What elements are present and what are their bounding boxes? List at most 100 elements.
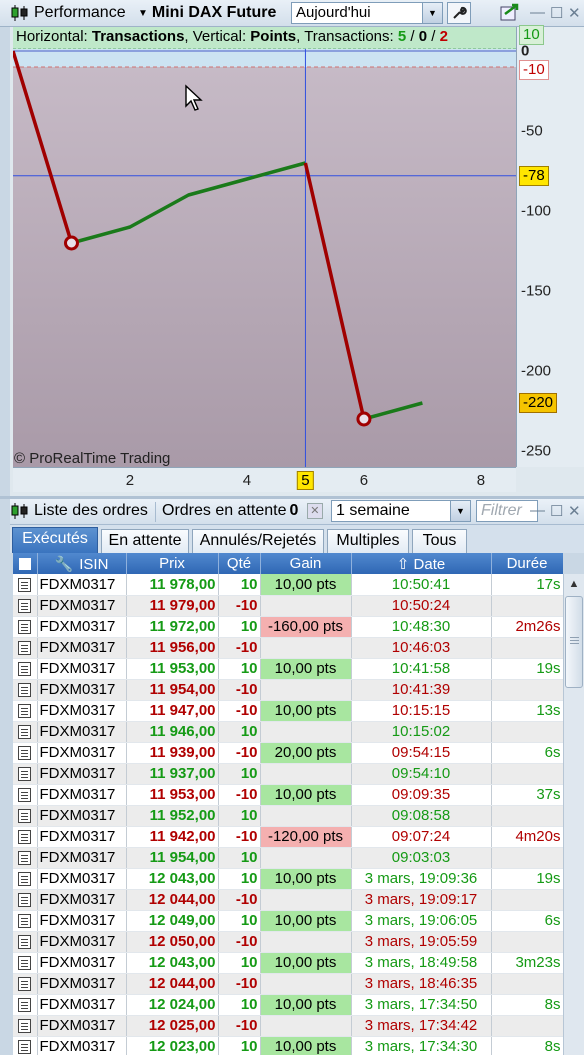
table-row[interactable]: FDXM0317 12 024,00 10 10,00 pts 3 mars, 17:3… <box>13 994 563 1016</box>
column-header-isin[interactable]: 🔧 ISIN <box>37 553 127 574</box>
row-icon-cell[interactable] <box>13 889 38 911</box>
table-row[interactable]: FDXM0317 11 947,00 -10 10,00 pts 10:15:15 13s <box>13 700 563 722</box>
row-icon-cell[interactable] <box>13 637 38 659</box>
table-row[interactable]: FDXM0317 12 023,00 10 10,00 pts 3 mars, 17:3… <box>13 1036 563 1055</box>
orders-scrollbar[interactable]: ▲ <box>563 574 584 1055</box>
row-icon-cell[interactable] <box>13 700 38 722</box>
table-row[interactable]: FDXM0317 11 954,00 10 09:03:03 <box>13 847 563 869</box>
tab-executes[interactable]: Exécutés <box>12 527 98 553</box>
duration-cell <box>491 973 563 995</box>
row-icon-cell[interactable] <box>13 847 38 869</box>
document-icon <box>18 914 32 929</box>
close-icon[interactable]: ✕ <box>568 4 581 22</box>
scrollbar-thumb[interactable] <box>565 596 583 688</box>
filter-input[interactable]: Filtrer <box>476 500 538 522</box>
column-header-date[interactable]: ⇧ Date <box>351 553 492 574</box>
duration-cell: 37s <box>491 784 563 806</box>
table-row[interactable]: FDXM0317 11 942,00 -10 -120,00 pts 09:07:24 4… <box>13 826 563 848</box>
duration-cell <box>491 763 563 785</box>
column-header-icons[interactable] <box>13 553 38 574</box>
row-icon-cell[interactable] <box>13 721 38 743</box>
table-row[interactable]: FDXM0317 11 939,00 -10 20,00 pts 09:54:15 6s <box>13 742 563 764</box>
wrench-icon[interactable] <box>447 2 471 24</box>
close-icon[interactable]: ✕ <box>568 502 581 520</box>
maximize-icon[interactable]: ☐ <box>550 502 563 520</box>
x-tick-label: 2 <box>125 472 135 489</box>
sort-up-icon: ⇧ <box>396 555 414 573</box>
orders-period-select[interactable]: 1 semaine ▼ <box>331 500 471 522</box>
date-cell: 09:09:35 <box>351 784 492 806</box>
table-row[interactable]: FDXM0317 11 946,00 10 10:15:02 <box>13 721 563 743</box>
table-row[interactable]: FDXM0317 12 050,00 -10 3 mars, 19:05:59 <box>13 931 563 953</box>
row-icon-cell[interactable] <box>13 910 38 932</box>
performance-chart[interactable] <box>13 27 516 467</box>
row-icon-cell[interactable] <box>13 763 38 785</box>
column-header-gain[interactable]: Gain <box>260 553 352 574</box>
row-icon-cell[interactable] <box>13 574 38 596</box>
quantity-cell: -10 <box>218 700 261 722</box>
minimize-icon[interactable]: — <box>530 4 545 21</box>
table-row[interactable]: FDXM0317 11 937,00 10 09:54:10 <box>13 763 563 785</box>
table-row[interactable]: FDXM0317 11 953,00 -10 10,00 pts 09:09:35 37s <box>13 784 563 806</box>
row-icon-cell[interactable] <box>13 1036 38 1055</box>
row-icon-cell[interactable] <box>13 994 38 1016</box>
row-icon-cell[interactable] <box>13 658 38 680</box>
wins-count: 5 <box>397 28 407 45</box>
tab-multiples[interactable]: Multiples <box>327 529 409 553</box>
scroll-up-icon[interactable]: ▲ <box>564 574 584 594</box>
column-header-prix[interactable]: Prix <box>126 553 219 574</box>
export-icon[interactable] <box>498 2 522 24</box>
lower-band-tag: -10 <box>519 60 549 81</box>
row-icon-cell[interactable] <box>13 826 38 848</box>
row-icon-cell[interactable] <box>13 679 38 701</box>
table-row[interactable]: FDXM0317 11 956,00 -10 10:46:03 <box>13 637 563 659</box>
row-icon-cell[interactable] <box>13 973 38 995</box>
maximize-icon[interactable]: ☐ <box>550 4 563 22</box>
period-select[interactable]: Aujourd'hui ▼ <box>291 2 443 24</box>
row-icon-cell[interactable] <box>13 595 38 617</box>
y-tick-label: -200 <box>521 362 552 380</box>
table-row[interactable]: FDXM0317 11 979,00 -10 10:50:24 <box>13 595 563 617</box>
instrument-selector[interactable]: ▼ Mini DAX Future <box>138 3 276 23</box>
row-icon-cell[interactable] <box>13 1015 38 1037</box>
row-icon-cell[interactable] <box>13 805 38 827</box>
pending-orders-button[interactable]: Ordres en attente 0 ✕ <box>162 502 323 520</box>
quantity-cell: 10 <box>218 616 261 638</box>
table-row[interactable]: FDXM0317 12 044,00 -10 3 mars, 18:46:35 <box>13 973 563 995</box>
table-row[interactable]: FDXM0317 12 043,00 10 10,00 pts 3 mars, 19:0… <box>13 868 563 890</box>
chevron-down-icon[interactable]: ▼ <box>450 501 470 521</box>
table-row[interactable]: FDXM0317 11 952,00 10 09:08:58 <box>13 805 563 827</box>
performance-button[interactable]: Performance <box>10 3 126 23</box>
table-row[interactable]: FDXM0317 11 972,00 10 -160,00 pts 10:48:30 2m… <box>13 616 563 638</box>
table-row[interactable]: FDXM0317 11 978,00 10 10,00 pts 10:50:41 17s <box>13 574 563 596</box>
table-row[interactable]: FDXM0317 11 954,00 -10 10:41:39 <box>13 679 563 701</box>
tab-en-attente[interactable]: En attente <box>101 529 189 553</box>
column-header-duree[interactable]: Durée <box>491 553 563 574</box>
minimize-icon[interactable]: — <box>530 502 545 519</box>
table-row[interactable]: FDXM0317 12 025,00 -10 3 mars, 17:34:42 <box>13 1015 563 1037</box>
price-cell: 11 947,00 <box>126 700 219 722</box>
document-icon <box>18 683 32 698</box>
row-icon-cell[interactable] <box>13 784 38 806</box>
chevron-down-icon[interactable]: ▼ <box>422 3 442 23</box>
tab-annules-rejetes[interactable]: Annulés/Rejetés <box>192 529 324 553</box>
cancel-all-icon[interactable]: ✕ <box>306 502 323 519</box>
row-icon-cell[interactable] <box>13 616 38 638</box>
quantity-cell: 10 <box>218 868 261 890</box>
column-header-qte[interactable]: Qté <box>218 553 261 574</box>
table-row[interactable]: FDXM0317 11 953,00 10 10,00 pts 10:41:58 19s <box>13 658 563 680</box>
row-icon-cell[interactable] <box>13 952 38 974</box>
row-icon-cell[interactable] <box>13 868 38 890</box>
quantity-cell: -10 <box>218 931 261 953</box>
date-cell: 10:15:15 <box>351 700 492 722</box>
table-row[interactable]: FDXM0317 12 049,00 10 10,00 pts 3 mars, 19:0… <box>13 910 563 932</box>
quantity-cell: 10 <box>218 952 261 974</box>
row-icon-cell[interactable] <box>13 931 38 953</box>
gain-cell: 10,00 pts <box>260 868 352 890</box>
tab-tous[interactable]: Tous <box>412 529 467 553</box>
duration-cell <box>491 721 563 743</box>
isin-cell: FDXM0317 <box>37 679 127 701</box>
row-icon-cell[interactable] <box>13 742 38 764</box>
table-row[interactable]: FDXM0317 12 044,00 -10 3 mars, 19:09:17 <box>13 889 563 911</box>
table-row[interactable]: FDXM0317 12 043,00 10 10,00 pts 3 mars, 18:4… <box>13 952 563 974</box>
